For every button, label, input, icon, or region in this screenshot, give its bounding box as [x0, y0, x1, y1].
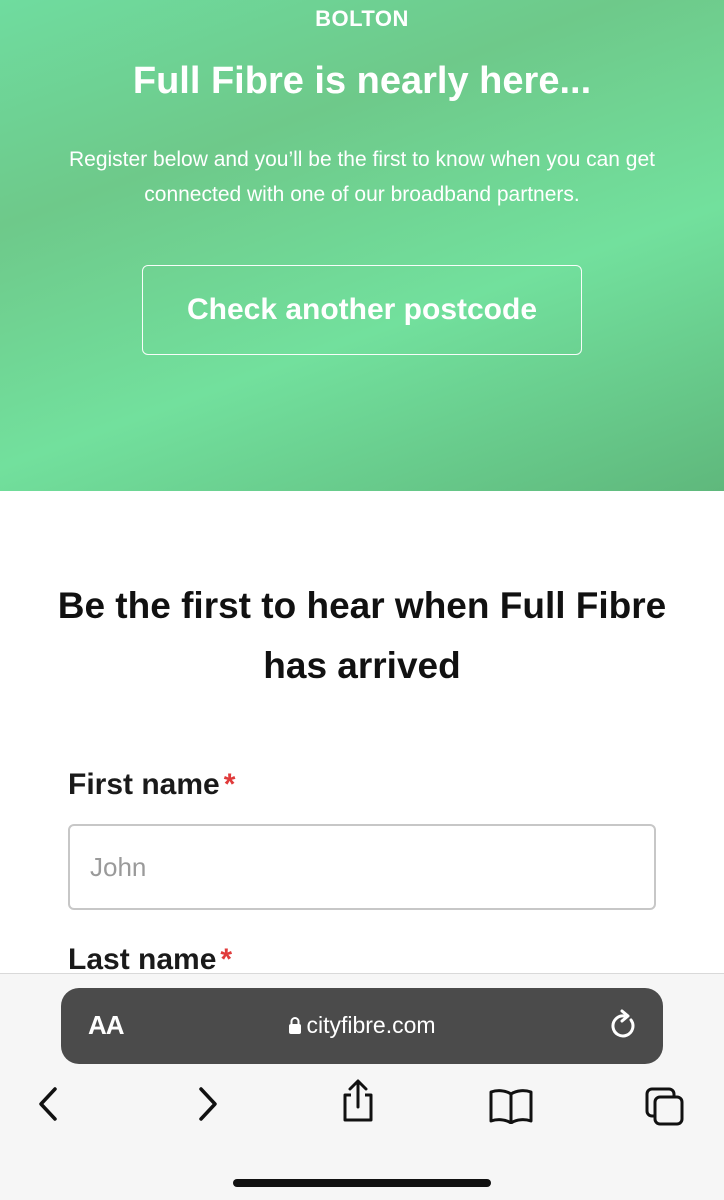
bookmarks-icon[interactable] [488, 1088, 534, 1124]
reload-icon[interactable] [609, 1008, 639, 1042]
hero-banner: BOLTON Full Fibre is nearly here... Regi… [0, 0, 724, 491]
tabs-icon[interactable] [644, 1086, 686, 1128]
back-icon[interactable] [36, 1084, 60, 1124]
address-bar[interactable]: AA cityfibre.com [61, 988, 663, 1064]
hero-title: Full Fibre is nearly here... [132, 60, 592, 102]
required-marker: * [220, 943, 233, 976]
lock-icon [289, 1017, 302, 1034]
check-postcode-button[interactable]: Check another postcode [142, 265, 582, 355]
forward-icon[interactable] [196, 1084, 220, 1124]
required-marker: * [223, 768, 236, 801]
last-name-label: Last name * [68, 943, 232, 977]
hero-subtitle: Register below and you’ll be the first t… [68, 148, 655, 206]
home-indicator [233, 1179, 491, 1187]
first-name-label: First name * [68, 768, 235, 802]
first-name-input[interactable] [68, 824, 656, 910]
share-icon[interactable] [340, 1078, 376, 1124]
browser-toolbar: AA cityfibre.com [0, 973, 724, 1200]
url-display[interactable]: cityfibre.com [61, 1012, 663, 1039]
location-label: BOLTON [315, 6, 409, 31]
first-name-label-text: First name [68, 768, 220, 801]
form-heading: Be the first to hear when Full Fibre has… [57, 585, 667, 686]
last-name-label-text: Last name [68, 943, 217, 976]
url-text: cityfibre.com [306, 1012, 436, 1038]
